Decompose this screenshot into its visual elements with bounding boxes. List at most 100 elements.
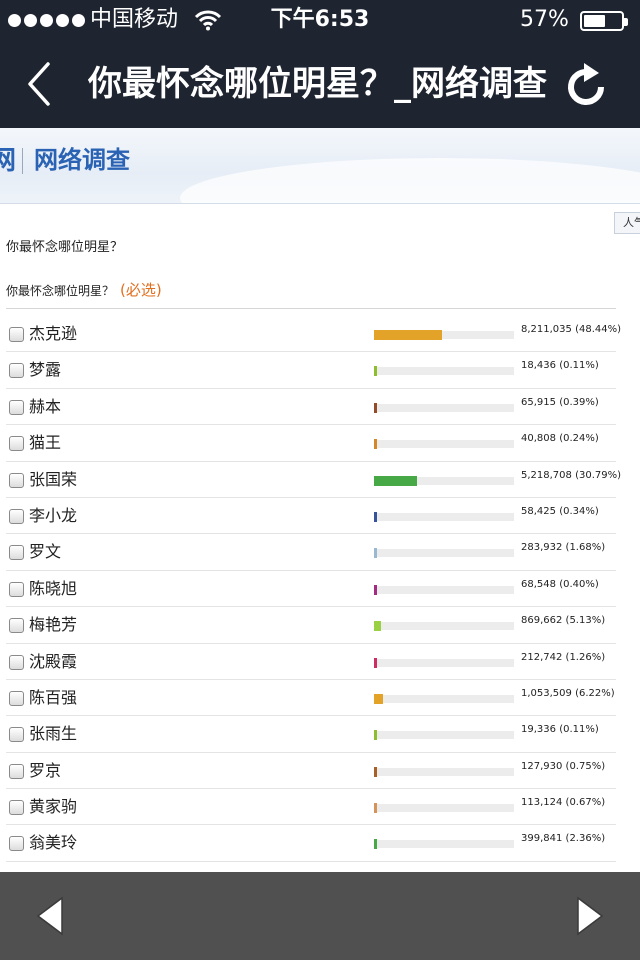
vote-count: 65,915 (0.39%) [521, 395, 599, 411]
option-name: 梅艳芳 [29, 615, 78, 635]
triangle-right-icon[interactable] [566, 894, 610, 938]
vote-percent: (0.24%) [559, 433, 599, 445]
option-checkbox[interactable] [9, 508, 24, 524]
vote-percent: (0.40%) [559, 578, 599, 590]
poll-option-row[interactable]: 张国荣 5,218,708 (30.79%) [0, 462, 640, 499]
vote-bar-track [374, 584, 514, 595]
vote-count: 8,211,035 (48.44%) [521, 322, 621, 338]
section-title[interactable]: 网络调查 [34, 142, 130, 178]
option-checkbox[interactable] [9, 763, 24, 779]
option-checkbox[interactable] [9, 618, 24, 634]
triangle-left-icon[interactable] [30, 894, 74, 938]
vote-bar-fill [374, 330, 442, 340]
poll-option-row[interactable]: 沈殿霞 212,742 (1.26%) [0, 644, 640, 681]
side-tab[interactable]: 人气 [614, 212, 640, 234]
navigation-bar: 你最怀念哪位明星？_网络调查 [0, 40, 640, 128]
vote-number: 869,662 [521, 615, 563, 627]
vote-bar-track [374, 475, 514, 486]
vote-number: 1,053,509 [521, 687, 572, 699]
option-checkbox[interactable] [9, 581, 24, 597]
vote-count: 68,548 (0.40%) [521, 577, 599, 593]
option-checkbox[interactable] [9, 836, 24, 852]
vote-percent: (6.22%) [575, 687, 615, 699]
poll-option-row[interactable]: 张雨生 19,336 (0.11%) [0, 716, 640, 754]
option-checkbox[interactable] [9, 654, 24, 670]
option-checkbox[interactable] [9, 727, 24, 743]
vote-number: 8,211,035 [521, 324, 572, 335]
survey-heading: 你最怀念哪位明星？ [6, 240, 124, 255]
vote-number: 212,742 [521, 651, 563, 663]
vote-percent: (48.44%) [575, 324, 622, 335]
vote-bar-track [374, 693, 514, 704]
option-checkbox[interactable] [9, 399, 24, 415]
vote-bar-fill [374, 803, 377, 814]
refresh-icon[interactable] [562, 62, 610, 110]
vote-bar-track [374, 439, 514, 450]
poll-option-row[interactable]: 杰克逊 8,211,035 (48.44%) [0, 316, 640, 353]
chevron-left-icon[interactable] [20, 60, 60, 108]
poll-prompt: 你最怀念哪位明星？ (必选) [6, 278, 162, 303]
option-checkbox[interactable] [9, 800, 24, 816]
vote-count: 18,436 (0.11%) [521, 358, 599, 374]
poll-option-row[interactable]: 黄家驹 113,124 (0.67%) [0, 789, 640, 826]
vote-number: 40,808 [521, 433, 556, 445]
vote-bar-track [374, 839, 514, 850]
vote-percent: (0.34%) [559, 505, 599, 517]
poll-option-row[interactable]: 陈晓旭 68,548 (0.40%) [0, 571, 640, 608]
poll-option-row[interactable]: 猫王 40,808 (0.24%) [0, 425, 640, 462]
site-banner: 网 网络调查 [0, 128, 640, 204]
poll-option-row[interactable]: 李小龙 58,425 (0.34%) [0, 498, 640, 535]
vote-number: 68,548 [521, 578, 556, 590]
option-checkbox[interactable] [9, 363, 24, 379]
vote-bar-track [374, 548, 514, 559]
vote-number: 58,425 [521, 505, 556, 517]
vote-number: 65,915 [521, 396, 556, 408]
vote-bar-fill [374, 402, 377, 413]
poll-option-row[interactable]: 陈百强 1,053,509 (6.22%) [0, 680, 640, 717]
poll-option-row[interactable]: 梅艳芳 869,662 (5.13%) [0, 607, 640, 644]
vote-bar-fill [374, 584, 377, 595]
poll-options: 杰克逊 8,211,035 (48.44%) 梦露 18,436 (0.11%) 赫本 6… [0, 316, 640, 863]
vote-count: 5,218,708 (30.79%) [521, 468, 621, 484]
vote-count: 212,742 (1.26%) [521, 650, 605, 666]
vote-number: 18,436 [521, 360, 556, 372]
vote-percent: (30.79%) [575, 469, 622, 481]
vote-number: 127,930 [521, 760, 563, 772]
poll-option-row[interactable]: 翁美玲 399,841 (2.36%) [0, 825, 640, 863]
poll-option-row[interactable]: 赫本 65,915 (0.39%) [0, 389, 640, 426]
option-name: 陈晓旭 [29, 578, 78, 598]
vote-number: 399,841 [521, 833, 563, 845]
option-checkbox[interactable] [9, 472, 24, 488]
poll-option-row[interactable]: 罗文 283,932 (1.68%) [0, 534, 640, 572]
option-name: 赫本 [29, 396, 62, 416]
poll-option-row[interactable]: 梦露 18,436 (0.11%) [0, 352, 640, 390]
option-name: 梦露 [29, 360, 62, 380]
vote-count: 113,124 (0.67%) [521, 795, 605, 811]
vote-bar-fill [374, 839, 378, 850]
vote-number: 5,218,708 [521, 469, 572, 481]
option-checkbox[interactable] [9, 545, 24, 561]
option-name: 罗文 [29, 542, 62, 562]
option-name: 李小龙 [29, 505, 78, 525]
site-logo-fragment: 网 [0, 144, 16, 178]
option-checkbox[interactable] [9, 327, 24, 342]
option-checkbox[interactable] [9, 690, 24, 706]
vote-percent: (0.11%) [559, 360, 599, 372]
vote-number: 19,336 [521, 724, 556, 736]
required-label: (必选) [120, 281, 162, 299]
vote-bar-track [374, 803, 514, 814]
vote-number: 283,932 [521, 542, 563, 554]
vote-count: 283,932 (1.68%) [521, 540, 605, 556]
banner-decoration [180, 158, 640, 203]
option-name: 沈殿霞 [29, 651, 78, 671]
vote-number: 113,124 [521, 797, 563, 809]
vote-count: 19,336 (0.11%) [521, 722, 599, 738]
vote-percent: (1.68%) [565, 542, 606, 554]
option-name: 陈百强 [29, 687, 78, 707]
vote-percent: (0.11%) [559, 724, 599, 736]
option-checkbox[interactable] [9, 436, 24, 452]
poll-option-row[interactable]: 罗京 127,930 (0.75%) [0, 753, 640, 790]
option-name: 张雨生 [29, 724, 78, 744]
vote-bar-track [374, 511, 514, 522]
battery-icon [580, 11, 628, 31]
